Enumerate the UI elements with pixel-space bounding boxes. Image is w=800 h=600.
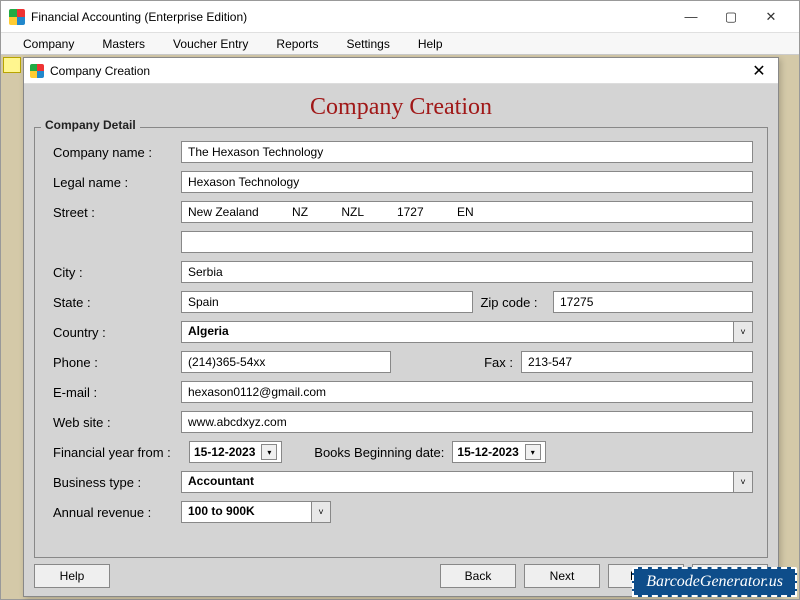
company-name-input[interactable] — [181, 141, 753, 163]
menu-help[interactable]: Help — [404, 35, 457, 53]
back-button[interactable]: Back — [440, 564, 516, 588]
dialog-body: Company Creation Company Detail Company … — [24, 84, 778, 596]
next-button[interactable]: Next — [524, 564, 600, 588]
business-type-value: Accountant — [181, 471, 734, 493]
country-value: Algeria — [181, 321, 734, 343]
zip-input[interactable] — [553, 291, 753, 313]
menu-voucher-entry[interactable]: Voucher Entry — [159, 35, 262, 53]
dialog-close-button[interactable]: ✕ — [746, 60, 772, 82]
menu-reports[interactable]: Reports — [262, 35, 332, 53]
menu-masters[interactable]: Masters — [88, 35, 159, 53]
note-icon[interactable] — [3, 57, 21, 73]
email-input[interactable] — [181, 381, 753, 403]
books-date-picker[interactable]: 15-12-2023 ▾ — [452, 441, 545, 463]
watermark: BarcodeGenerator.us — [632, 567, 797, 597]
company-creation-dialog: Company Creation ✕ Company Creation Comp… — [23, 57, 779, 597]
chevron-down-icon: ˅ — [311, 501, 331, 523]
phone-input[interactable] — [181, 351, 391, 373]
website-label: Web site : — [49, 415, 181, 430]
street-label: Street : — [49, 205, 181, 220]
minimize-button[interactable]: — — [671, 3, 711, 31]
content-area: Company Creation ✕ Company Creation Comp… — [1, 55, 799, 599]
zip-label: Zip code : — [473, 295, 553, 310]
window-controls: — ▢ ✕ — [671, 3, 791, 31]
calendar-icon: ▾ — [261, 444, 277, 460]
email-label: E-mail : — [49, 385, 181, 400]
close-button[interactable]: ✕ — [751, 3, 791, 31]
form-heading: Company Creation — [34, 90, 768, 127]
fax-input[interactable] — [521, 351, 753, 373]
maximize-button[interactable]: ▢ — [711, 3, 751, 31]
financial-year-picker[interactable]: 15-12-2023 ▾ — [189, 441, 282, 463]
annual-revenue-select[interactable]: 100 to 900K ˅ — [181, 501, 331, 523]
legal-name-input[interactable] — [181, 171, 753, 193]
street-input[interactable] — [181, 201, 753, 223]
company-detail-fieldset: Company Detail Company name : Legal name… — [34, 127, 768, 558]
street2-input[interactable] — [181, 231, 753, 253]
legal-name-label: Legal name : — [49, 175, 181, 190]
menu-settings[interactable]: Settings — [332, 35, 403, 53]
business-type-label: Business type : — [49, 475, 181, 490]
annual-revenue-label: Annual revenue : — [49, 505, 181, 520]
financial-year-value: 15-12-2023 — [194, 445, 255, 459]
dialog-titlebar: Company Creation ✕ — [24, 58, 778, 84]
main-title: Financial Accounting (Enterprise Edition… — [31, 10, 671, 24]
chevron-down-icon: ˅ — [733, 321, 753, 343]
calendar-icon: ▾ — [525, 444, 541, 460]
app-icon — [9, 9, 25, 25]
dialog-title: Company Creation — [50, 64, 746, 78]
company-name-label: Company name : — [49, 145, 181, 160]
country-label: Country : — [49, 325, 181, 340]
city-label: City : — [49, 265, 181, 280]
country-select[interactable]: Algeria ˅ — [181, 321, 753, 343]
help-button[interactable]: Help — [34, 564, 110, 588]
business-type-select[interactable]: Accountant ˅ — [181, 471, 753, 493]
city-input[interactable] — [181, 261, 753, 283]
books-date-value: 15-12-2023 — [457, 445, 518, 459]
main-titlebar: Financial Accounting (Enterprise Edition… — [1, 1, 799, 33]
fax-label: Fax : — [391, 355, 521, 370]
phone-label: Phone : — [49, 355, 181, 370]
financial-year-label: Financial year from : — [49, 445, 189, 460]
menubar: Company Masters Voucher Entry Reports Se… — [1, 33, 799, 55]
fieldset-legend: Company Detail — [41, 118, 140, 132]
chevron-down-icon: ˅ — [733, 471, 753, 493]
main-window: Financial Accounting (Enterprise Edition… — [0, 0, 800, 600]
state-input[interactable] — [181, 291, 473, 313]
annual-revenue-value: 100 to 900K — [181, 501, 312, 523]
books-date-label: Books Beginning date: — [282, 445, 452, 460]
dialog-icon — [30, 64, 44, 78]
state-label: State : — [49, 295, 181, 310]
website-input[interactable] — [181, 411, 753, 433]
menu-company[interactable]: Company — [9, 35, 88, 53]
